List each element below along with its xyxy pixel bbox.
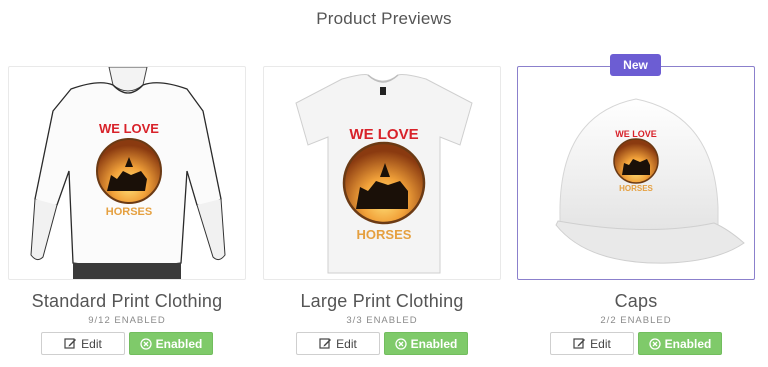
product-preview-image[interactable]: WE LOVE HORSES <box>517 66 755 280</box>
print-text-top: WE LOVE <box>349 126 418 143</box>
enabled-label: Enabled <box>664 336 712 351</box>
enabled-toggle-button[interactable]: Enabled <box>129 332 213 355</box>
action-row: Edit Enabled <box>8 332 246 355</box>
tshirt-flat-image: WE LOVE HORSES <box>295 74 473 274</box>
circle-x-icon <box>395 337 407 350</box>
print-text-bottom: HORSES <box>106 206 152 218</box>
product-card-caps: WE LOVE HORSES Caps 2/2 ENABLED Edit Ena… <box>517 66 755 355</box>
edit-button[interactable]: Edit <box>550 332 634 355</box>
enabled-label: Enabled <box>155 336 203 351</box>
product-name: Standard Print Clothing <box>31 291 223 311</box>
product-preview-image[interactable]: WE LOVE HORSES <box>8 66 246 280</box>
edit-label: Edit <box>81 336 102 351</box>
edit-label: Edit <box>590 336 611 351</box>
pencil-square-icon <box>64 337 77 350</box>
circle-x-icon <box>140 337 152 350</box>
enabled-toggle-button[interactable]: Enabled <box>638 332 722 355</box>
product-name: Caps <box>614 291 658 311</box>
enabled-count: 2/2 ENABLED <box>600 315 672 326</box>
pencil-square-icon <box>573 337 586 350</box>
product-preview-image[interactable]: WE LOVE HORSES <box>263 66 501 280</box>
edit-button[interactable]: Edit <box>41 332 125 355</box>
circle-x-icon <box>649 337 661 350</box>
action-row: Edit Enabled <box>263 332 501 355</box>
print-text-top: WE LOVE <box>615 129 657 139</box>
print-text-top: WE LOVE <box>99 121 159 136</box>
enabled-toggle-button[interactable]: Enabled <box>384 332 468 355</box>
tshirt-model-image: WE LOVE HORSES <box>30 67 226 279</box>
print-text-bottom: HORSES <box>357 227 412 242</box>
new-badge: New <box>610 54 661 76</box>
cap-image: WE LOVE HORSES <box>555 98 745 264</box>
enabled-count: 3/3 ENABLED <box>346 315 418 326</box>
edit-button[interactable]: Edit <box>296 332 380 355</box>
pencil-square-icon <box>319 337 332 350</box>
product-name: Large Print Clothing <box>300 291 464 311</box>
product-card-large-print: WE LOVE HORSES Large Print Clothing 3/3 … <box>263 66 501 355</box>
edit-label: Edit <box>336 336 357 351</box>
product-card-standard-print: WE LOVE HORSES Standard Print Clothing 9… <box>8 66 246 355</box>
enabled-count: 9/12 ENABLED <box>88 315 166 326</box>
enabled-label: Enabled <box>410 336 458 351</box>
print-text-bottom: HORSES <box>619 184 653 193</box>
action-row: Edit Enabled <box>517 332 755 355</box>
page-title: Product Previews <box>316 9 452 28</box>
